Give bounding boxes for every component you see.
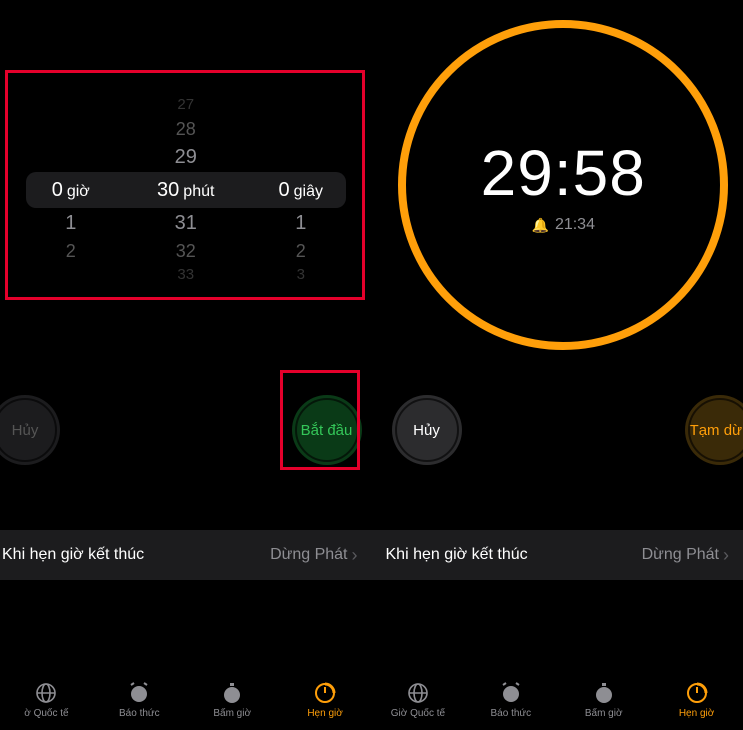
tab-world-clock[interactable]: ờ Quốc tế (0, 681, 93, 719)
countdown-ring: 29:58 🔔 21:34 (398, 20, 728, 350)
minutes-column[interactable]: 27 28 29 30 phút 31 32 33 (136, 94, 236, 286)
tab-timer[interactable]: Hẹn giờ (650, 681, 743, 719)
minutes-below-2: 32 (176, 238, 196, 264)
end-time-value: 21:34 (555, 216, 595, 234)
timer-icon (313, 681, 337, 705)
tab-stopwatch-label: Bấm giờ (213, 708, 251, 719)
when-timer-ends-row[interactable]: Khi hẹn giờ kết thúc Dừng Phát › (372, 530, 743, 580)
alarm-icon (127, 681, 151, 705)
when-timer-ends-value: Dừng Phát (642, 546, 719, 564)
alarm-icon (499, 681, 523, 705)
seconds-column[interactable]: 0 giây 1 2 3 (251, 94, 351, 286)
cancel-label: Hủy (413, 422, 440, 439)
tab-stopwatch[interactable]: Bấm giờ (557, 681, 650, 719)
when-timer-ends-row[interactable]: Khi hẹn giờ kết thúc Dừng Phát › (0, 530, 372, 580)
minutes-above-2: 28 (176, 116, 196, 142)
when-timer-ends-value: Dừng Phát (270, 546, 347, 564)
tab-timer[interactable]: Hẹn giờ (279, 681, 372, 719)
tab-world-label: ờ Quốc tế (24, 708, 68, 719)
when-timer-ends-label: Khi hẹn giờ kết thúc (386, 546, 528, 564)
when-timer-ends-label: Khi hẹn giờ kết thúc (2, 546, 144, 564)
globe-icon (406, 681, 430, 705)
seconds-below-3: 3 (297, 264, 305, 286)
cancel-button[interactable]: Hủy (0, 395, 60, 465)
cancel-button[interactable]: Hủy (392, 395, 462, 465)
hours-value: 0 (52, 172, 63, 208)
countdown-time: 29:58 (481, 136, 646, 210)
chevron-right-icon: › (723, 545, 729, 566)
tab-bar: Giờ Quốc tế Báo thức Bấm giờ Hẹn giờ (372, 670, 743, 730)
hours-below-1: 1 (65, 208, 76, 238)
hours-unit: giờ (67, 174, 90, 210)
minutes-above-3: 27 (177, 94, 194, 116)
minutes-below-3: 33 (177, 264, 194, 286)
tab-stopwatch[interactable]: Bấm giờ (186, 681, 279, 719)
duration-picker[interactable]: 0 giờ 1 2 27 28 29 30 phút 31 32 33 (0, 80, 372, 300)
tab-world-label: Giờ Quốc tế (391, 708, 445, 719)
minutes-unit: phút (183, 174, 214, 210)
tab-alarm-label: Báo thức (119, 708, 160, 719)
seconds-below-1: 1 (295, 208, 306, 238)
tab-timer-label: Hẹn giờ (307, 708, 342, 719)
stopwatch-icon (592, 681, 616, 705)
tab-alarm-label: Báo thức (491, 708, 532, 719)
seconds-below-2: 2 (296, 238, 306, 264)
start-button[interactable]: Bắt đầu (292, 395, 362, 465)
tab-timer-label: Hẹn giờ (679, 708, 714, 719)
end-time-row: 🔔 21:34 (532, 216, 595, 234)
minutes-value: 30 (157, 172, 179, 208)
start-label: Bắt đầu (301, 422, 353, 439)
minutes-above-1: 29 (175, 142, 197, 172)
globe-icon (34, 681, 58, 705)
hours-column[interactable]: 0 giờ 1 2 (21, 94, 121, 286)
tab-stopwatch-label: Bấm giờ (585, 708, 623, 719)
pause-button[interactable]: Tạm dừn (685, 395, 743, 465)
stopwatch-icon (220, 681, 244, 705)
tab-world-clock[interactable]: Giờ Quốc tế (372, 681, 465, 719)
tab-bar: ờ Quốc tế Báo thức Bấm giờ Hẹn giờ (0, 670, 372, 730)
tab-alarm[interactable]: Báo thức (464, 681, 557, 719)
seconds-unit: giây (294, 174, 323, 210)
cancel-label: Hủy (12, 422, 39, 439)
seconds-value: 0 (279, 172, 290, 208)
bell-icon: 🔔 (532, 217, 549, 234)
hours-below-2: 2 (66, 238, 76, 264)
pause-label: Tạm dừn (690, 422, 743, 439)
tab-alarm[interactable]: Báo thức (93, 681, 186, 719)
timer-icon (685, 681, 709, 705)
chevron-right-icon: › (352, 545, 358, 566)
minutes-below-1: 31 (175, 208, 197, 238)
